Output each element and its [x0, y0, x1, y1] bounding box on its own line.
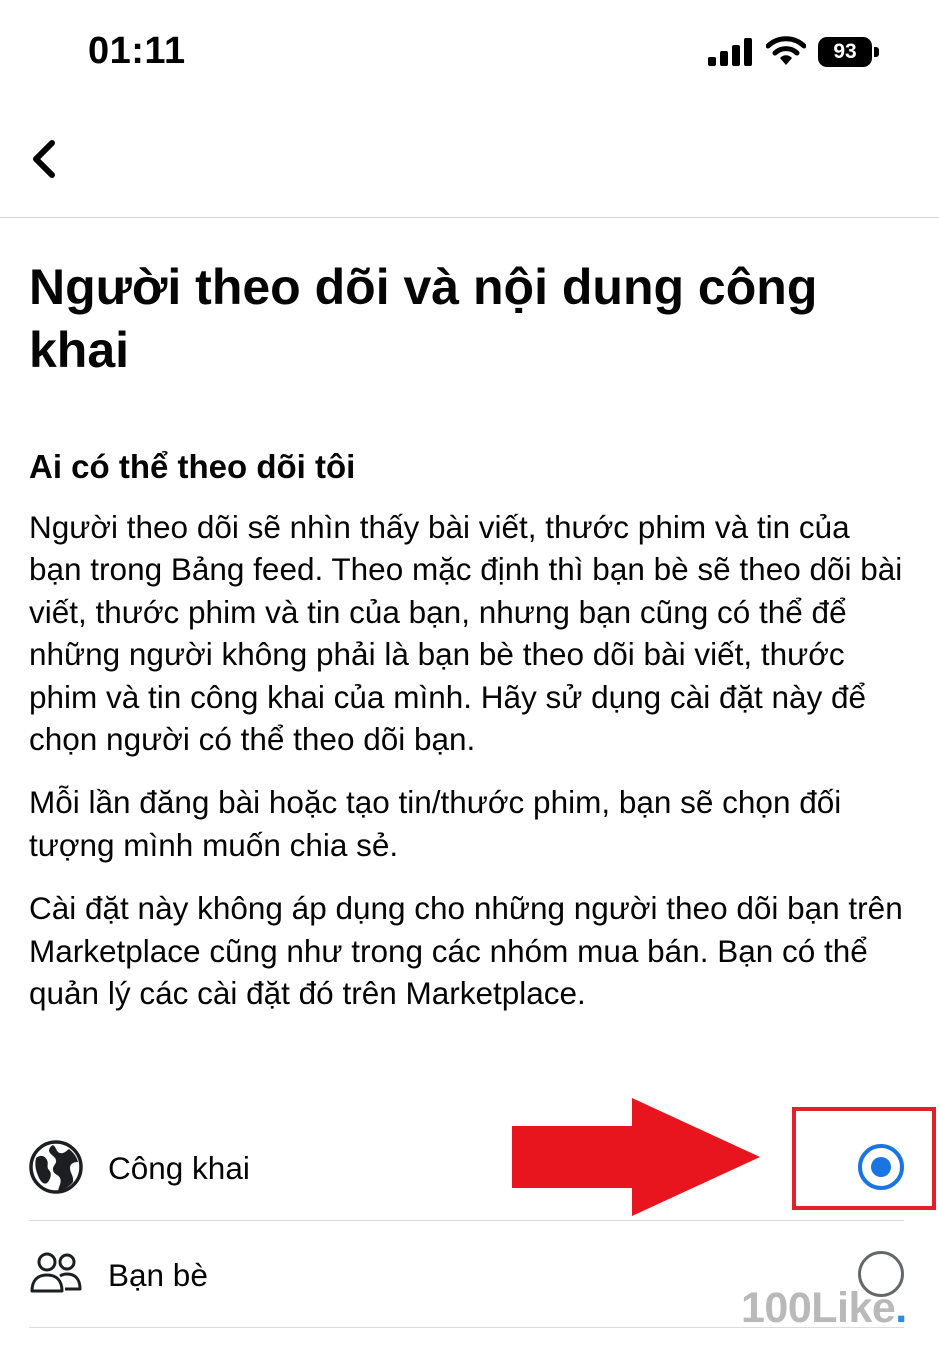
annotation-arrow-icon	[512, 1098, 760, 1216]
main-content: Người theo dõi và nội dung công khai Ai …	[29, 218, 904, 1014]
battery-tip	[874, 47, 879, 57]
status-time: 01:11	[88, 30, 186, 72]
nav-bar	[0, 105, 939, 218]
page-title: Người theo dõi và nội dung công khai	[29, 259, 818, 378]
option-public[interactable]: Công khai	[29, 1114, 904, 1221]
cellular-signal-icon	[708, 38, 752, 66]
description-paragraph: Người theo dõi sẽ nhìn thấy bài viết, th…	[29, 509, 903, 758]
friends-icon	[30, 1252, 82, 1293]
watermark-dot: .	[895, 1284, 907, 1332]
battery-level: 93	[818, 37, 872, 67]
description-paragraph: Mỗi lần đăng bài hoặc tạo tin/thước phim…	[29, 784, 842, 863]
option-label-friends: Bạn bè	[108, 1257, 208, 1293]
battery-indicator: 93	[818, 37, 880, 67]
watermark-text: 100Like	[741, 1284, 896, 1332]
wifi-icon	[766, 36, 806, 65]
chevron-left-icon	[33, 140, 55, 178]
watermark-logo: 100Like.	[741, 1283, 907, 1333]
status-bar: 01:11 93	[0, 0, 939, 105]
description-paragraph: Cài đặt này không áp dụng cho những ngườ…	[29, 890, 903, 1012]
section-heading: Ai có thể theo dõi tôi	[29, 448, 356, 485]
back-button[interactable]	[22, 131, 66, 187]
annotation-highlight-box	[792, 1107, 936, 1210]
globe-icon	[29, 1140, 83, 1194]
option-label-public: Công khai	[108, 1150, 250, 1186]
